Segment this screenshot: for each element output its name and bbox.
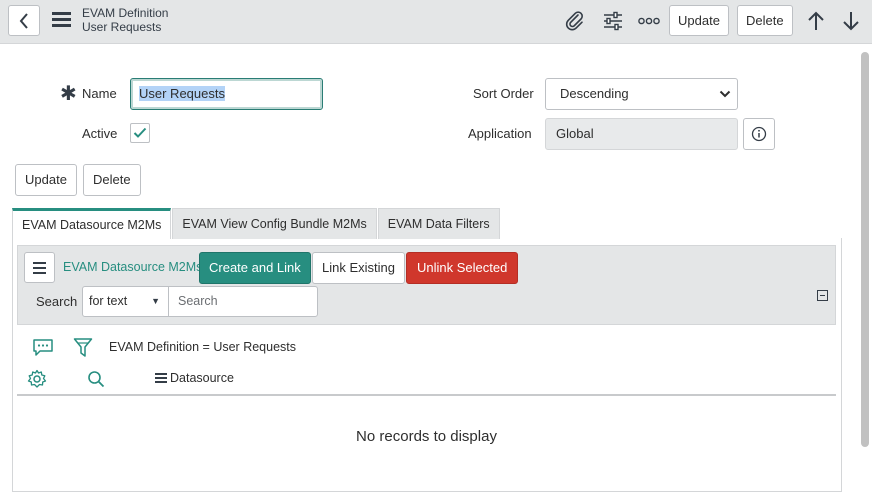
form-update-button[interactable]: Update	[15, 164, 77, 196]
related-list-title[interactable]: EVAM Datasource M2Ms	[63, 260, 202, 274]
related-list-tabs: EVAM Datasource M2Ms EVAM View Config Bu…	[12, 208, 501, 239]
form-title-table: EVAM Definition	[82, 6, 169, 20]
create-and-link-button[interactable]: Create and Link	[199, 252, 311, 284]
application-info-button[interactable]	[743, 118, 775, 150]
activity-stream-icon[interactable]	[31, 338, 55, 358]
application-field: Global	[545, 118, 738, 150]
active-checkbox[interactable]	[130, 123, 150, 143]
arrow-up-icon[interactable]	[803, 8, 829, 34]
more-options-icon[interactable]	[636, 8, 662, 34]
required-asterisk-icon: ✱	[60, 83, 77, 105]
empty-message: No records to display	[356, 428, 497, 445]
chevron-down-icon	[719, 90, 731, 98]
dropdown-triangle-icon: ▼	[151, 296, 160, 306]
sort-order-select[interactable]: Descending	[545, 78, 738, 110]
search-field-value: for text	[89, 294, 128, 308]
arrow-down-icon[interactable]	[838, 8, 864, 34]
filter-funnel-icon[interactable]	[72, 337, 94, 359]
search-field-select[interactable]: for text ▼	[82, 286, 169, 317]
gear-icon[interactable]	[26, 369, 48, 389]
unlink-selected-button[interactable]: Unlink Selected	[406, 252, 519, 284]
chevron-left-icon	[19, 12, 28, 29]
personalize-form-icon[interactable]	[600, 8, 626, 34]
back-button[interactable]	[8, 5, 40, 36]
form-delete-button[interactable]: Delete	[83, 164, 141, 196]
collapse-icon[interactable]	[817, 290, 828, 301]
checkmark-icon	[133, 127, 147, 138]
scrollbar-thumb[interactable]	[861, 52, 869, 447]
sort-order-value: Descending	[560, 86, 629, 101]
header-update-button[interactable]: Update	[669, 5, 729, 36]
search-label: Search	[36, 294, 78, 309]
search-icon[interactable]	[86, 369, 106, 389]
paperclip-icon[interactable]	[562, 8, 588, 34]
tab-evam-data-filters[interactable]: EVAM Data Filters	[377, 208, 500, 239]
breadcrumb-filter[interactable]: EVAM Definition = User Requests	[109, 340, 296, 354]
form-header: EVAM Definition User Requests Update Del…	[0, 0, 872, 44]
application-label: Application	[468, 126, 532, 141]
sort-order-label: Sort Order	[473, 86, 534, 101]
search-input[interactable]: Search	[168, 286, 318, 317]
tab-evam-datasource-m2ms[interactable]: EVAM Datasource M2Ms	[12, 208, 172, 239]
name-value: User Requests	[139, 86, 225, 101]
column-header-divider	[17, 394, 836, 396]
form-title-record: User Requests	[82, 20, 162, 34]
column-header-label: Datasource	[170, 371, 234, 385]
info-icon	[751, 126, 767, 142]
name-field[interactable]: User Requests	[130, 78, 323, 110]
tab-evam-view-config-bundle-m2ms[interactable]: EVAM View Config Bundle M2Ms	[172, 208, 377, 239]
name-label: Name	[82, 86, 117, 101]
list-context-menu-button[interactable]	[24, 252, 55, 283]
active-label: Active	[82, 126, 118, 141]
header-delete-button[interactable]: Delete	[737, 5, 793, 36]
link-existing-button[interactable]: Link Existing	[312, 252, 405, 284]
column-header-datasource[interactable]: Datasource	[155, 371, 234, 385]
context-menu-icon[interactable]	[52, 12, 71, 28]
column-menu-icon[interactable]	[155, 371, 167, 385]
